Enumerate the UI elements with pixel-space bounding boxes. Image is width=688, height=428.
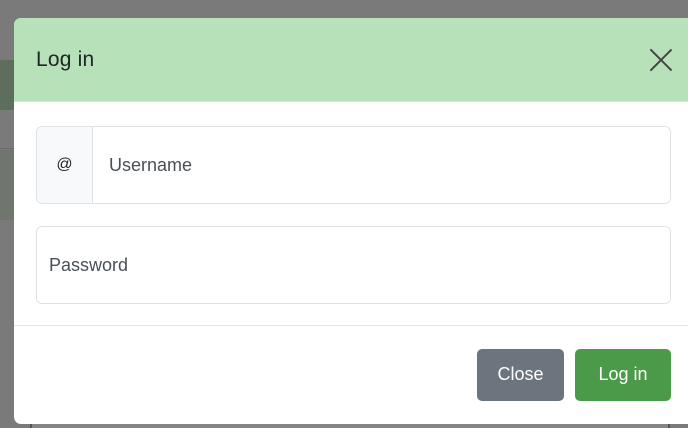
username-input[interactable] bbox=[93, 127, 670, 203]
modal-header: Log in bbox=[14, 18, 688, 102]
modal-footer: Close Log in bbox=[14, 326, 688, 423]
modal-body: @ bbox=[14, 102, 688, 326]
close-button[interactable]: Close bbox=[477, 348, 564, 401]
login-modal: Log in @ Close Log in bbox=[14, 18, 688, 424]
close-icon[interactable] bbox=[648, 47, 674, 73]
at-sign-addon: @ bbox=[37, 127, 93, 203]
password-input[interactable] bbox=[37, 227, 670, 303]
background-page-strip bbox=[0, 60, 14, 110]
password-field-wrapper bbox=[36, 226, 671, 304]
modal-title: Log in bbox=[36, 47, 95, 71]
background-page-strip bbox=[0, 150, 14, 220]
login-button[interactable]: Log in bbox=[575, 348, 671, 401]
username-input-group: @ bbox=[36, 126, 671, 204]
